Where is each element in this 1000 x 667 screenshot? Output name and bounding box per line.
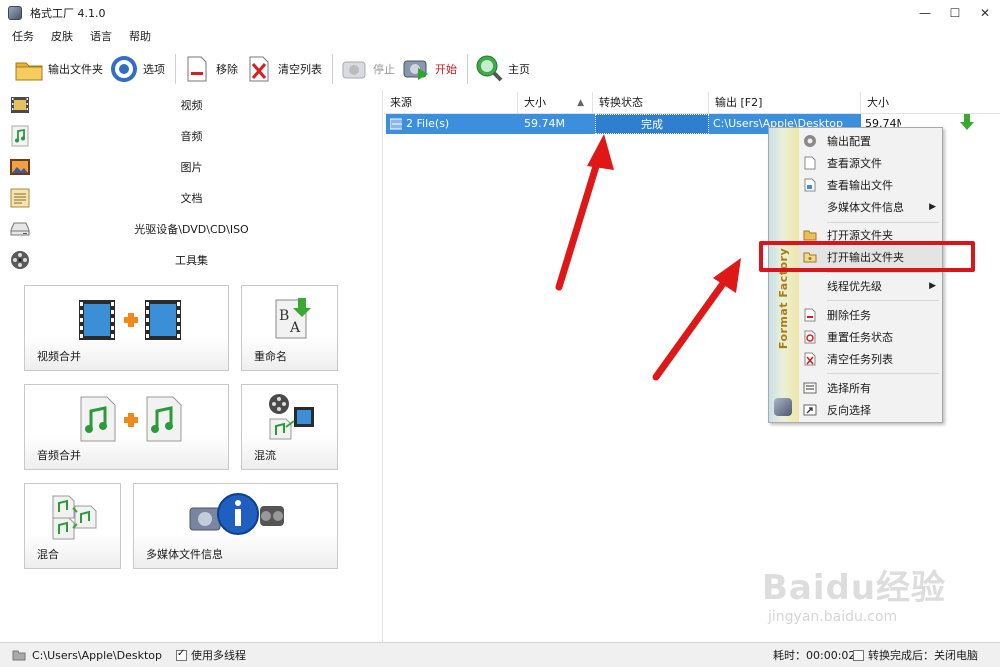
delete-file-icon: [803, 308, 817, 322]
folder-icon: [803, 228, 817, 242]
baidu-watermark: Baidu经验 jingyan.baidu.com: [762, 560, 992, 640]
app-logo-icon: [774, 398, 792, 416]
menu-separator: [827, 300, 939, 301]
context-menu: Format Factory 输出配置 查看源文件 查看输出文件 多媒体文件信息…: [768, 127, 943, 423]
arrow-to-status: [555, 134, 614, 291]
multithread-label: 使用多线程: [191, 649, 246, 662]
submenu-arrow-icon: ▶: [929, 281, 936, 291]
menu-item-output-settings[interactable]: 输出配置: [799, 130, 942, 152]
clear-list-icon: [803, 352, 817, 366]
menu-separator: [827, 222, 939, 223]
select-all-icon: [803, 381, 817, 395]
menu-item-view-output[interactable]: 查看输出文件: [799, 174, 942, 196]
menu-item-media-info[interactable]: 多媒体文件信息 ▶: [799, 196, 942, 218]
status-bar: C:\Users\Apple\Desktop 使用多线程 耗时：00:00:02…: [0, 642, 1000, 667]
invert-selection-icon: [803, 403, 817, 417]
multithread-checkbox[interactable]: [176, 648, 187, 661]
gear-icon: [803, 134, 817, 148]
menu-item-delete-task[interactable]: 删除任务: [799, 304, 942, 326]
menu-separator: [827, 272, 939, 273]
arrow-to-open-output-folder: [652, 258, 741, 381]
folder-icon: [12, 649, 26, 661]
watermark-url: jingyan.baidu.com: [768, 609, 898, 625]
after-done-label: 转换完成后：关闭电脑: [868, 649, 978, 662]
file-icon: [803, 156, 817, 170]
submenu-arrow-icon: ▶: [929, 202, 936, 212]
brand-label: Format Factory: [777, 247, 791, 349]
menu-item-reset-status[interactable]: 重置任务状态: [799, 326, 942, 348]
highlight-box: [759, 241, 975, 272]
menu-item-view-source[interactable]: 查看源文件: [799, 152, 942, 174]
menu-item-invert-selection[interactable]: 反向选择: [799, 399, 942, 421]
menu-item-clear-task-list[interactable]: 清空任务列表: [799, 348, 942, 370]
context-menu-brand-strip: Format Factory: [769, 128, 799, 422]
menu-item-thread-priority[interactable]: 线程优先级 ▶: [799, 275, 942, 297]
watermark-text: Baidu经验: [762, 568, 947, 608]
file-output-icon: [803, 178, 817, 192]
menu-item-select-all[interactable]: 选择所有: [799, 377, 942, 399]
reset-icon: [803, 330, 817, 344]
menu-separator: [827, 373, 939, 374]
shutdown-after-checkbox[interactable]: [853, 649, 864, 661]
status-output-path[interactable]: C:\Users\Apple\Desktop: [32, 649, 162, 662]
elapsed-time: 耗时：00:00:02: [773, 649, 856, 662]
